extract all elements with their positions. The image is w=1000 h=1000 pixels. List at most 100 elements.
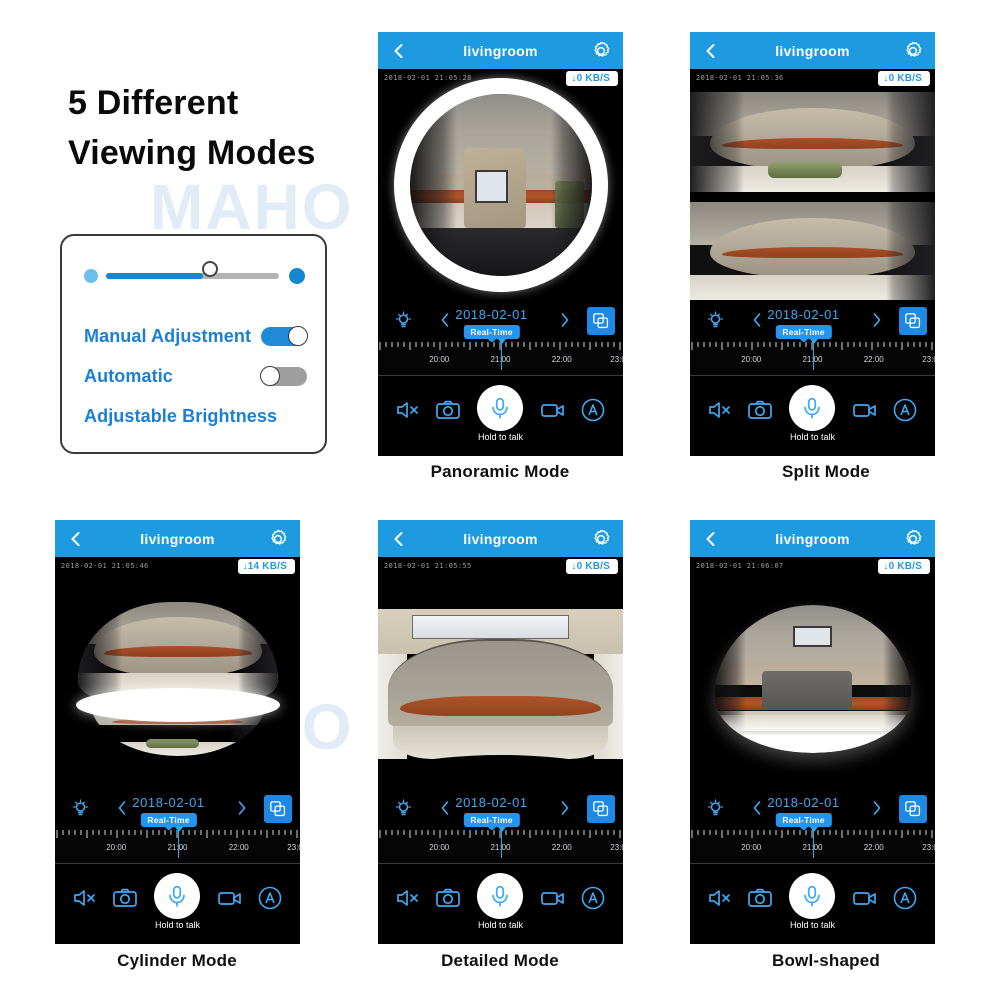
camera-icon[interactable]	[747, 885, 773, 911]
video-view-detailed[interactable]: 2018-02-01 21:05:55 ↓0 KB/S	[378, 557, 623, 788]
toggle-knob	[288, 325, 308, 346]
hold-to-talk-label: Hold to talk	[154, 920, 200, 930]
timeline-cursor[interactable]	[175, 827, 182, 858]
next-day-button[interactable]	[558, 800, 572, 816]
multi-window-icon[interactable]	[899, 795, 927, 823]
video-camera-icon[interactable]	[217, 885, 243, 911]
hold-to-talk-button[interactable]: Hold to talk	[152, 873, 202, 930]
date-navigation-bar: 2018-02-01 Real-Time	[690, 300, 935, 342]
speaker-muted-icon[interactable]	[395, 397, 421, 423]
auto-circle-icon[interactable]	[892, 885, 918, 911]
video-camera-icon[interactable]	[540, 397, 566, 423]
cylinder-highlight-ring	[75, 688, 280, 723]
manual-adjustment-toggle[interactable]	[261, 325, 308, 346]
speaker-muted-icon[interactable]	[395, 885, 421, 911]
back-icon[interactable]	[703, 531, 719, 547]
video-camera-icon[interactable]	[852, 397, 878, 423]
camera-icon[interactable]	[435, 885, 461, 911]
multi-window-icon[interactable]	[899, 307, 927, 335]
gear-icon[interactable]	[591, 41, 611, 61]
overlay-bar: 2018-02-01 21:05:55 ↓0 KB/S	[378, 557, 623, 579]
gear-icon[interactable]	[903, 529, 923, 549]
timeline-scrubber[interactable]: 20:00 21:00 22:00 23:0	[690, 827, 935, 864]
back-icon[interactable]	[391, 531, 407, 547]
speaker-muted-icon[interactable]	[707, 885, 733, 911]
hold-to-talk-button[interactable]: Hold to talk	[475, 873, 525, 930]
timeline-scrubber[interactable]: 20:00 21:00 22:00 23:0	[378, 339, 623, 376]
headline-line-1: 5 Different	[68, 84, 239, 122]
setting-row-manual-adjustment[interactable]: Manual Adjustment	[84, 324, 308, 348]
phone-screenshot-panoramic: livingroom 2018-02-01 21:05:28 ↓0 KB/S 2…	[378, 32, 623, 456]
setting-row-adjustable-brightness[interactable]: Adjustable Brightness	[84, 404, 307, 428]
microphone-icon[interactable]	[477, 385, 524, 431]
timeline-scrubber[interactable]: 20:00 21:00 22:00 23:0	[55, 827, 300, 864]
gear-icon[interactable]	[591, 529, 611, 549]
playback-controls: Hold to talk	[378, 864, 623, 932]
microphone-icon[interactable]	[789, 385, 836, 431]
timeline-scrubber[interactable]: 20:00 21:00 22:00 23:0	[378, 827, 623, 864]
app-header: livingroom	[378, 520, 623, 557]
panorama-strip-bottom[interactable]	[690, 202, 935, 300]
auto-circle-icon[interactable]	[580, 397, 606, 423]
timestamp-overlay: 2018-02-01 21:05:46	[61, 562, 149, 570]
hold-to-talk-button[interactable]: Hold to talk	[475, 385, 525, 442]
panorama-strip-top[interactable]	[690, 92, 935, 192]
timeline-label: 22:00	[551, 843, 572, 852]
auto-circle-icon[interactable]	[580, 885, 606, 911]
next-day-button[interactable]	[235, 800, 249, 816]
brightness-slider[interactable]	[84, 261, 305, 286]
timeline-scrubber[interactable]: 20:00 21:00 22:00 23:0	[690, 339, 935, 376]
video-camera-icon[interactable]	[852, 885, 878, 911]
gear-icon[interactable]	[268, 529, 288, 549]
speaker-muted-icon[interactable]	[707, 397, 733, 423]
next-day-button[interactable]	[870, 800, 884, 816]
hold-to-talk-button[interactable]: Hold to talk	[787, 385, 837, 442]
back-icon[interactable]	[68, 531, 84, 547]
multi-window-icon[interactable]	[587, 307, 615, 335]
automatic-toggle[interactable]	[260, 365, 307, 386]
timeline-cursor[interactable]	[498, 339, 505, 370]
multi-window-icon[interactable]	[264, 795, 292, 823]
timeline-cursor[interactable]	[810, 827, 817, 858]
camera-icon[interactable]	[747, 397, 773, 423]
gear-icon[interactable]	[903, 41, 923, 61]
header-title: livingroom	[775, 530, 850, 547]
next-day-button[interactable]	[870, 312, 884, 328]
caption-detailed: Detailed Mode	[441, 951, 559, 970]
overlay-bar: 2018-02-01 21:05:36 ↓0 KB/S	[690, 69, 935, 91]
background-watermark: MAHO	[150, 171, 354, 243]
video-view-cylinder[interactable]: 2018-02-01 21:05:46 ↓14 KB/S	[55, 557, 300, 788]
microphone-icon[interactable]	[154, 873, 201, 919]
timeline-cursor[interactable]	[810, 339, 817, 370]
timeline-cursor[interactable]	[498, 827, 505, 858]
settings-card: Manual Adjustment Automatic Adjustable B…	[60, 234, 327, 454]
back-icon[interactable]	[391, 43, 407, 59]
next-day-button[interactable]	[558, 312, 572, 328]
header-title: livingroom	[775, 42, 850, 59]
microphone-icon[interactable]	[477, 873, 524, 919]
setting-row-automatic[interactable]: Automatic	[84, 364, 307, 388]
date-navigation-bar: 2018-02-01 Real-Time	[378, 788, 623, 830]
microphone-icon[interactable]	[789, 873, 836, 919]
hold-to-talk-label: Hold to talk	[789, 920, 835, 930]
video-view-bowl[interactable]: 2018-02-01 21:06:07 ↓0 KB/S	[690, 557, 935, 788]
video-view-panoramic[interactable]: 2018-02-01 21:05:28 ↓0 KB/S	[378, 69, 623, 300]
camera-icon[interactable]	[112, 885, 138, 911]
auto-circle-icon[interactable]	[257, 885, 283, 911]
camera-icon[interactable]	[435, 397, 461, 423]
video-view-split[interactable]: 2018-02-01 21:05:36 ↓0 KB/S	[690, 69, 935, 300]
timeline-label: 23:0	[922, 355, 935, 364]
back-icon[interactable]	[703, 43, 719, 59]
poster-root: MAHO MAHO 5 Different Viewing Modes Manu…	[0, 0, 1000, 1000]
slider-track[interactable]	[106, 273, 279, 279]
setting-label: Adjustable Brightness	[84, 405, 278, 426]
video-camera-icon[interactable]	[540, 885, 566, 911]
hold-to-talk-button[interactable]: Hold to talk	[787, 873, 837, 930]
camera-scene	[409, 93, 592, 276]
overlay-bar: 2018-02-01 21:06:07 ↓0 KB/S	[690, 557, 935, 579]
playback-controls: Hold to talk	[55, 864, 300, 932]
speaker-muted-icon[interactable]	[72, 885, 98, 911]
auto-circle-icon[interactable]	[892, 397, 918, 423]
header-title: livingroom	[140, 530, 215, 547]
multi-window-icon[interactable]	[587, 795, 615, 823]
